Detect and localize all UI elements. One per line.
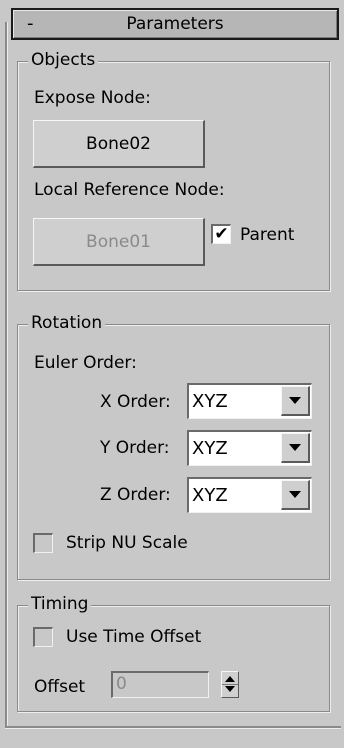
rollout-frame-left xyxy=(5,22,8,727)
local-reference-node-label: Local Reference Node: xyxy=(34,180,225,200)
checkmark-icon: ✔ xyxy=(214,224,229,244)
parent-checkbox[interactable]: ✔ xyxy=(211,224,231,244)
dropdown-arrow-button[interactable] xyxy=(281,480,310,510)
offset-label: Offset xyxy=(34,677,86,697)
rollout-title: Parameters xyxy=(126,14,224,34)
strip-nu-scale-checkbox[interactable] xyxy=(33,533,53,553)
euler-order-label: Euler Order: xyxy=(34,353,137,373)
objects-legend: Objects xyxy=(28,49,99,71)
spinner-down-icon[interactable] xyxy=(225,686,235,692)
x-order-dropdown[interactable]: XYZ xyxy=(187,383,312,419)
offset-input[interactable]: 0 xyxy=(111,671,209,698)
expose-node-button[interactable]: Bone02 xyxy=(33,120,205,168)
y-order-value: XYZ xyxy=(192,438,228,459)
use-time-offset-label: Use Time Offset xyxy=(66,627,202,647)
x-order-value: XYZ xyxy=(192,391,228,412)
y-order-label: Y Order: xyxy=(100,438,170,458)
use-time-offset-checkbox[interactable] xyxy=(33,627,53,647)
local-reference-node-button[interactable]: Bone01 xyxy=(33,218,205,266)
chevron-down-icon xyxy=(289,444,301,451)
chevron-down-icon xyxy=(289,491,301,498)
spinner-up-icon[interactable] xyxy=(225,676,235,682)
expose-node-label: Expose Node: xyxy=(34,88,151,108)
rotation-legend: Rotation xyxy=(28,312,106,334)
dropdown-arrow-button[interactable] xyxy=(281,386,310,416)
strip-nu-scale-label: Strip NU Scale xyxy=(66,533,188,553)
offset-spinner[interactable] xyxy=(221,671,239,698)
parent-label: Parent xyxy=(240,225,295,245)
dropdown-arrow-button[interactable] xyxy=(281,433,310,463)
z-order-dropdown[interactable]: XYZ xyxy=(187,477,312,513)
z-order-value: XYZ xyxy=(192,485,228,506)
rollout-frame-bottom xyxy=(5,726,341,729)
z-order-label: Z Order: xyxy=(100,485,171,505)
timing-legend: Timing xyxy=(28,593,92,615)
x-order-label: X Order: xyxy=(100,392,171,412)
parameters-rollout-header[interactable]: - Parameters xyxy=(11,8,339,40)
y-order-dropdown[interactable]: XYZ xyxy=(187,430,312,466)
chevron-down-icon xyxy=(289,397,301,404)
spinner-divider xyxy=(222,684,238,685)
